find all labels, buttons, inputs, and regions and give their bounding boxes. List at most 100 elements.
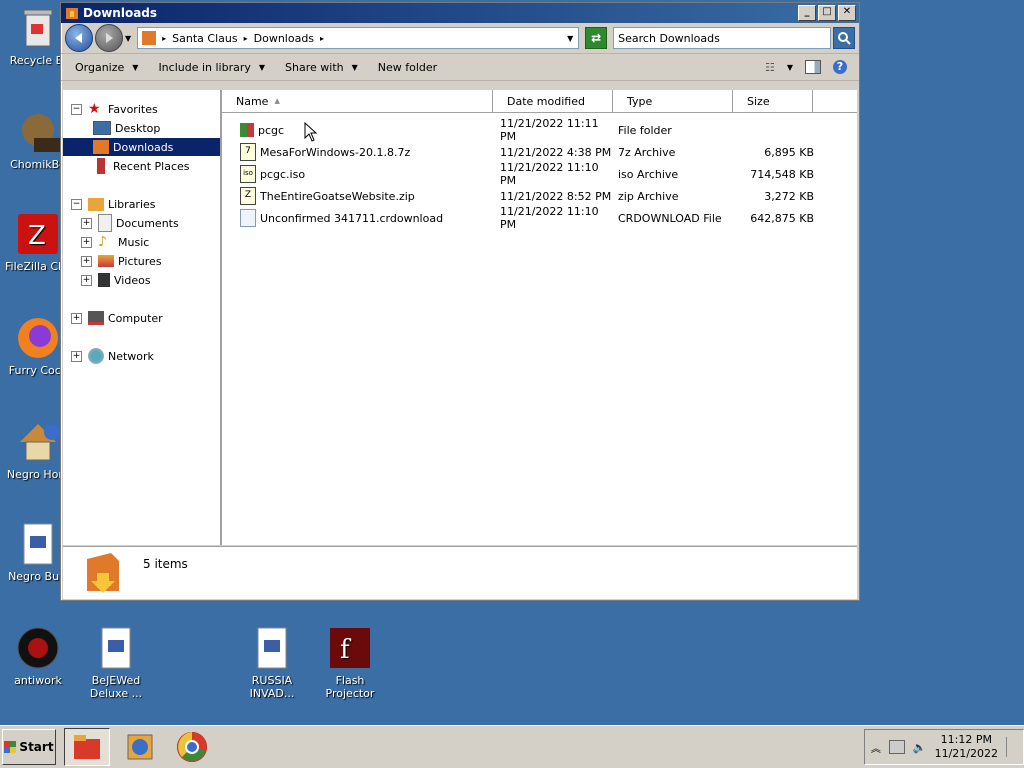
window-title: Downloads	[83, 6, 158, 20]
iso-file-icon: iso	[240, 165, 256, 183]
show-desktop-button[interactable]	[1006, 737, 1017, 757]
desktop-icon-label: BeJEWed Deluxe ...	[89, 674, 143, 700]
nav-downloads[interactable]: Downloads	[63, 138, 220, 156]
recent-pages-dropdown[interactable]: ▼	[125, 34, 131, 43]
back-arrow-icon	[75, 33, 82, 43]
view-dropdown-icon[interactable]: ▼	[787, 63, 793, 72]
taskbar-chrome[interactable]	[170, 729, 214, 765]
nav-videos[interactable]: + Videos	[81, 271, 151, 289]
preview-pane-icon[interactable]	[805, 60, 821, 74]
clock[interactable]: 11:12 PM 11/21/2022	[935, 733, 998, 761]
file-row[interactable]: iso pcgc.iso 11/21/2022 11:10 PM iso Arc…	[222, 161, 857, 187]
nav-label: Favorites	[108, 102, 158, 116]
close-button[interactable]: ✕	[838, 5, 856, 21]
item-count: 5 items	[143, 557, 188, 571]
desktop-icon-russia[interactable]: RUSSIA INVAD...	[236, 626, 308, 700]
column-label: Date modified	[507, 94, 585, 108]
desktop-icon-label: antiwork	[14, 674, 62, 687]
minimize-button[interactable]: _	[798, 5, 816, 21]
breadcrumb-sep-icon[interactable]: ▸	[162, 34, 166, 43]
expand-icon[interactable]: +	[81, 255, 92, 267]
network-tray-icon[interactable]	[888, 740, 905, 754]
column-header-type[interactable]: Type	[613, 90, 733, 112]
address-dropdown-icon[interactable]: ▼	[562, 34, 578, 43]
nav-documents[interactable]: + Documents	[81, 214, 179, 232]
title-bar[interactable]: Downloads _ □ ✕	[61, 3, 859, 23]
music-icon: ♪	[98, 234, 107, 250]
forward-arrow-icon	[106, 33, 113, 43]
refresh-button[interactable]: ⇄	[585, 27, 608, 49]
search-input[interactable]: Search Downloads	[613, 27, 831, 49]
column-header-size[interactable]: Size	[733, 90, 813, 112]
collapse-icon[interactable]: −	[71, 198, 82, 210]
include-in-library-button[interactable]: Include in library ▼	[158, 61, 265, 74]
forward-button[interactable]	[95, 24, 123, 52]
include-label: Include in library	[158, 60, 251, 74]
nav-computer[interactable]: + Computer	[71, 309, 163, 327]
file-list: Name ▲ Date modified Type Size pcgc 11/2…	[221, 90, 857, 545]
system-tray: ︽ 🔈 11:12 PM 11/21/2022	[863, 729, 1024, 765]
desktop-icon-antiwork[interactable]: antiwork	[2, 626, 74, 687]
nav-music[interactable]: + ♪ Music	[81, 233, 149, 251]
start-button[interactable]: Start	[2, 729, 56, 765]
network-icon	[88, 348, 104, 364]
breadcrumb-santa-claus[interactable]: Santa Claus	[172, 32, 237, 45]
nav-pictures[interactable]: + Pictures	[81, 252, 162, 270]
desktop-icon-flash-projector[interactable]: f Flash Projector	[314, 626, 386, 700]
expand-icon[interactable]: +	[71, 350, 82, 362]
dropdown-arrow-icon: ▼	[258, 62, 266, 72]
column-header-date[interactable]: Date modified	[493, 90, 613, 112]
file-row[interactable]: Unconfirmed 341711.crdownload 11/21/2022…	[222, 205, 857, 231]
sort-ascending-icon: ▲	[274, 97, 280, 105]
address-field[interactable]: ▸ Santa Claus ▸ Downloads ▸ ▼	[137, 27, 580, 49]
file-name: pcgc	[258, 123, 285, 137]
nav-network[interactable]: + Network	[71, 347, 154, 365]
help-icon[interactable]: ?	[833, 60, 847, 74]
breadcrumb-downloads[interactable]: Downloads	[254, 32, 314, 45]
maximize-button[interactable]: □	[818, 5, 836, 21]
view-options-icon[interactable]: ☷	[765, 61, 775, 74]
flash-icon: f	[328, 626, 372, 670]
chomikbox-icon	[16, 110, 60, 154]
volume-icon[interactable]: 🔈	[913, 741, 927, 754]
breadcrumb-sep-icon[interactable]: ▸	[244, 34, 248, 43]
desktop-icon-label: Flash Projector	[325, 674, 375, 700]
document-icon	[250, 626, 294, 670]
firefox-icon	[16, 316, 60, 360]
clock-date: 11/21/2022	[934, 747, 998, 760]
show-hidden-icons[interactable]: ︽	[871, 740, 881, 755]
expand-icon[interactable]: +	[81, 236, 92, 248]
search-button[interactable]	[833, 27, 855, 49]
content-area: − ★ Favorites Desktop Downloads Recent P…	[63, 90, 857, 545]
organize-button[interactable]: Organize ▼	[75, 61, 138, 74]
expand-icon[interactable]: +	[71, 312, 82, 324]
expand-icon[interactable]: +	[81, 274, 92, 286]
taskbar-explorer[interactable]	[64, 728, 110, 766]
downloads-folder-icon	[93, 140, 109, 154]
expand-icon[interactable]: +	[81, 217, 92, 229]
breadcrumb-sep-icon[interactable]: ▸	[320, 34, 324, 43]
column-header-name[interactable]: Name ▲	[222, 90, 493, 112]
file-name: TheEntireGoatseWebsite.zip	[260, 189, 415, 203]
file-row[interactable]: 7 MesaForWindows-20.1.8.7z 11/21/2022 4:…	[222, 142, 857, 162]
nav-label: Recent Places	[113, 159, 190, 173]
nav-favorites[interactable]: − ★ Favorites	[71, 100, 158, 118]
nav-label: Desktop	[115, 121, 161, 135]
collapse-icon[interactable]: −	[71, 103, 82, 115]
file-size: 642,875 KB	[750, 211, 814, 225]
nav-desktop[interactable]: Desktop	[93, 119, 160, 137]
share-with-button[interactable]: Share with ▼	[285, 61, 358, 74]
file-row[interactable]: Z TheEntireGoatseWebsite.zip 11/21/2022 …	[222, 186, 857, 206]
videos-icon	[98, 273, 110, 287]
new-folder-button[interactable]: New folder	[378, 61, 437, 74]
folder-icon	[240, 123, 254, 137]
nav-libraries[interactable]: − Libraries	[71, 195, 156, 213]
star-icon: ★	[88, 101, 101, 117]
document-icon	[16, 522, 60, 566]
libraries-icon	[88, 197, 104, 211]
nav-recent-places[interactable]: Recent Places	[93, 157, 190, 175]
pictures-icon	[98, 255, 114, 267]
back-button[interactable]	[65, 24, 93, 52]
desktop-icon-bejeweled[interactable]: BeJEWed Deluxe ...	[80, 626, 152, 700]
taskbar-media[interactable]	[118, 729, 162, 765]
